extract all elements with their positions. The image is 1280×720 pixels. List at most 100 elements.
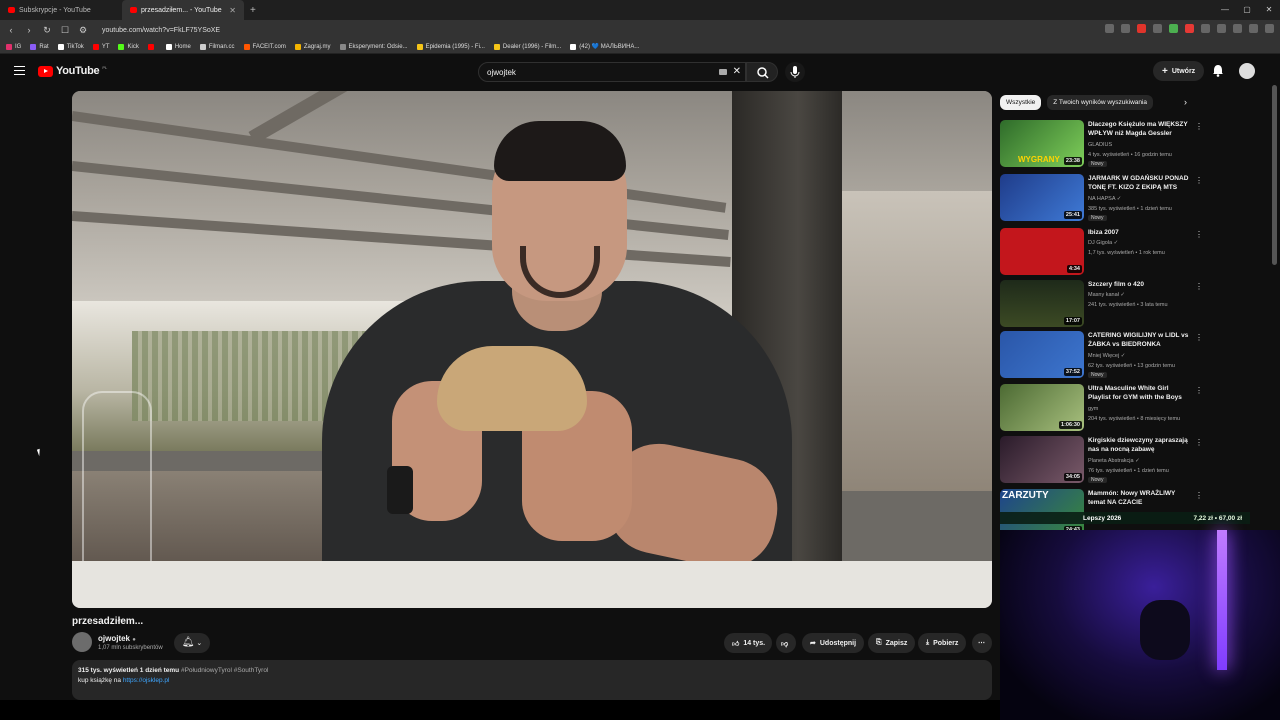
subscribed-bell-button[interactable]: 🔔︎ ⌄: [174, 633, 210, 653]
search-button[interactable]: [746, 62, 778, 82]
more-options-icon[interactable]: ⋮: [1195, 386, 1203, 395]
download-icon[interactable]: [1217, 24, 1226, 33]
channel-avatar[interactable]: [72, 632, 92, 652]
minimize-button[interactable]: —: [1214, 0, 1236, 20]
more-options-icon[interactable]: ⋮: [1195, 491, 1203, 500]
bookmark-item[interactable]: Zagraj.my: [294, 43, 331, 50]
video-frame-glass: [82, 391, 152, 571]
extension-icon[interactable]: [1105, 24, 1114, 33]
extension-icon[interactable]: [1153, 24, 1162, 33]
more-icon: ⋯: [978, 640, 985, 647]
site-info-icon[interactable]: ⚙: [78, 25, 88, 36]
chip-all[interactable]: Wszystkie: [1000, 95, 1042, 110]
channel-name[interactable]: ojwojtek ●: [98, 634, 136, 643]
download-button[interactable]: ⤓ Pobierz: [918, 633, 967, 653]
video-player[interactable]: [72, 91, 992, 608]
bottom-strip: [0, 700, 1000, 720]
bookmark-item[interactable]: Dealer (1996) - Film...: [493, 43, 561, 50]
scrollbar[interactable]: [1272, 85, 1277, 265]
bookmark-item[interactable]: Eksperyment: Odsie...: [339, 43, 408, 50]
share-icon[interactable]: [1121, 24, 1130, 33]
playlist-icon[interactable]: [1249, 24, 1258, 33]
shop-link[interactable]: https://ojsklep.pl: [123, 677, 170, 684]
video-frame-watch: [387, 466, 413, 514]
maximize-button[interactable]: ▢: [1236, 0, 1258, 20]
description-box[interactable]: 315 tys. wyświetleń 1 dzień temu #Połudn…: [72, 660, 992, 700]
brave-shield-icon[interactable]: [1137, 24, 1146, 33]
forward-icon[interactable]: ›: [24, 25, 34, 35]
close-window-button[interactable]: ✕: [1258, 0, 1280, 20]
create-button[interactable]: + Utwórz: [1153, 61, 1205, 81]
bookmark-icon[interactable]: ☐: [60, 25, 70, 36]
more-options-icon[interactable]: ⋮: [1195, 230, 1203, 239]
clear-search-icon[interactable]: ✕: [733, 66, 741, 77]
recommendation-item[interactable]: 1:06:30 Ultra Masculine White Girl Playl…: [1000, 384, 1203, 432]
youtube-logo[interactable]: YouTube PL: [38, 65, 107, 77]
bookmark-item[interactable]: (42) 💙 МАЛЬВИНА...: [570, 43, 639, 50]
new-tab-button[interactable]: +: [244, 5, 262, 16]
chip-from-search[interactable]: Z Twoich wyników wyszukiwania: [1047, 95, 1154, 110]
recommendation-item[interactable]: 17:07 Szczery film o 420 Masny kanał ✓ 2…: [1000, 280, 1203, 328]
search-input[interactable]: ojwojtek ✕: [478, 62, 746, 82]
more-options-icon[interactable]: ⋮: [1195, 122, 1203, 131]
keyboard-icon[interactable]: [719, 69, 727, 75]
video-thumbnail[interactable]: 25:41: [1000, 174, 1084, 221]
video-frame-table: [72, 561, 992, 608]
close-tab-icon[interactable]: ✕: [229, 6, 236, 15]
dislike-button[interactable]: 👎︎: [776, 633, 796, 653]
bookmark-item[interactable]: Rat: [30, 43, 49, 50]
bookmark-item[interactable]: Home: [165, 43, 191, 50]
browser-tab-current[interactable]: przesadziłem... - YouTube ✕: [122, 0, 244, 20]
chevron-right-icon[interactable]: ›: [1184, 97, 1187, 107]
extension-icon[interactable]: [1185, 24, 1194, 33]
video-thumbnail[interactable]: 37:52: [1000, 331, 1084, 378]
share-button[interactable]: ➦ Udostępnij: [802, 633, 865, 653]
bookmark-item[interactable]: FACEIT.com: [243, 43, 286, 50]
video-thumbnail[interactable]: 1:06:30: [1000, 384, 1084, 431]
recommendation-item[interactable]: 34:05 Kirgiskie dziewczyny zapraszają na…: [1000, 436, 1203, 484]
webcam-overlay: [1000, 530, 1280, 720]
video-thumbnail[interactable]: 4:34: [1000, 228, 1084, 275]
recommendation-item[interactable]: 4:34 Ibiza 2007 DJ Gigola ✓ 1,7 tys. wyś…: [1000, 228, 1203, 276]
video-thumbnail[interactable]: 34:05: [1000, 436, 1084, 483]
bookmark-item[interactable]: IG: [6, 43, 21, 50]
extension-icon[interactable]: [1233, 24, 1242, 33]
bookmark-item[interactable]: Epidemia (1995) - Fi...: [416, 43, 485, 50]
recommendation-item[interactable]: 25:41 JARMARK W GDAŃSKU PONAD TONĘ FT. K…: [1000, 174, 1203, 222]
notifications-bell-icon[interactable]: [1212, 64, 1224, 77]
bookmark-item[interactable]: YT: [92, 43, 109, 50]
tab-title: przesadziłem... - YouTube: [141, 6, 222, 14]
hashtags[interactable]: #PołudniowyTyrol #SouthTyrol: [181, 667, 268, 674]
bookmark-item[interactable]: [147, 43, 157, 50]
menu-icon[interactable]: [1265, 24, 1274, 33]
more-options-icon[interactable]: ⋮: [1195, 176, 1203, 185]
voice-search-button[interactable]: [785, 62, 805, 82]
plus-icon: +: [1162, 65, 1168, 77]
more-options-icon[interactable]: ⋮: [1195, 438, 1203, 447]
more-options-icon[interactable]: ⋮: [1195, 282, 1203, 291]
menu-icon[interactable]: [14, 66, 25, 75]
url-field[interactable]: youtube.com/watch?v=FkLF75YSoXE: [102, 27, 220, 34]
bookmark-icon: [92, 43, 99, 50]
video-thumbnail[interactable]: WYGRANY 23:38: [1000, 120, 1084, 167]
browser-tab-subscriptions[interactable]: Subskrypcje - YouTube: [0, 0, 122, 20]
bookmark-icon: [570, 43, 577, 50]
extension-icon[interactable]: [1169, 24, 1178, 33]
account-avatar[interactable]: [1239, 63, 1255, 79]
more-options-icon[interactable]: ⋮: [1195, 333, 1203, 342]
more-actions-button[interactable]: ⋯: [972, 633, 992, 653]
bookmark-item[interactable]: Filman.cc: [199, 43, 235, 50]
reload-icon[interactable]: ↻: [42, 25, 52, 36]
video-thumbnail[interactable]: 17:07: [1000, 280, 1084, 327]
youtube-favicon-icon: [8, 7, 15, 13]
thumbs-up-icon: 👍︎: [732, 640, 740, 648]
like-button[interactable]: 👍︎ 14 tys.: [724, 633, 772, 653]
bookmark-item[interactable]: Kick: [118, 43, 139, 50]
save-button[interactable]: ⎘ Zapisz: [868, 633, 916, 653]
bookmark-item[interactable]: TikTok: [57, 43, 84, 50]
extension-icon[interactable]: [1201, 24, 1210, 33]
recommendation-item[interactable]: WYGRANY 23:38 Dlaczego Księżulo ma WIĘKS…: [1000, 120, 1203, 168]
bookmark-icon: [118, 43, 125, 50]
back-icon[interactable]: ‹: [6, 25, 16, 35]
recommendation-item[interactable]: 37:52 CATERING WIGILIJNY w LIDL vs ŻABKA…: [1000, 331, 1203, 379]
